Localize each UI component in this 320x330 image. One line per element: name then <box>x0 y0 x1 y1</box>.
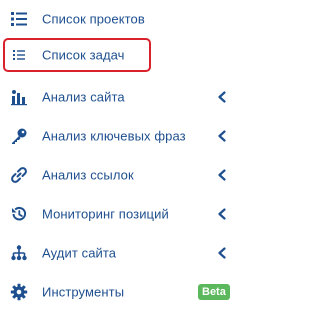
chevron-left-icon[interactable] <box>217 91 227 103</box>
chevron-left-icon[interactable] <box>217 130 227 142</box>
bar-chart-icon <box>10 88 28 106</box>
menu-item-projects[interactable]: Список проектов <box>0 0 240 38</box>
sitemap-icon <box>10 244 28 262</box>
menu-item-label: Анализ сайта <box>42 89 125 105</box>
menu-item-label: Список проектов <box>42 11 145 27</box>
chevron-left-icon[interactable] <box>217 169 227 181</box>
key-icon <box>10 127 28 145</box>
menu-item-label: Анализ ссылок <box>42 167 134 183</box>
menu-item-site-audit[interactable]: Аудит сайта <box>0 234 240 272</box>
chevron-left-icon[interactable] <box>217 247 227 259</box>
menu-item-label: Инструменты <box>42 284 125 300</box>
menu-item-label: Аудит сайта <box>42 245 117 261</box>
menu-item-label: Анализ ключевых фраз <box>42 128 186 144</box>
gear-icon <box>10 283 28 301</box>
grid-list-icon <box>10 10 28 28</box>
menu-item-label: Мониторинг позиций <box>42 206 169 222</box>
menu-item-keyword-analysis[interactable]: Анализ ключевых фраз <box>0 117 240 155</box>
beta-badge: Beta <box>198 284 230 300</box>
menu-item-link-analysis[interactable]: Анализ ссылок <box>0 156 240 194</box>
link-icon <box>10 166 28 184</box>
history-icon <box>10 205 28 223</box>
chevron-left-icon[interactable] <box>217 208 227 220</box>
highlight-frame <box>3 38 151 72</box>
sidebar-menu: Список проектов Список задач Анализ сайт… <box>0 0 240 330</box>
menu-item-tools[interactable]: Инструменты Beta <box>0 273 240 311</box>
menu-item-site-analysis[interactable]: Анализ сайта <box>0 78 240 116</box>
menu-item-position-monitoring[interactable]: Мониторинг позиций <box>0 195 240 233</box>
